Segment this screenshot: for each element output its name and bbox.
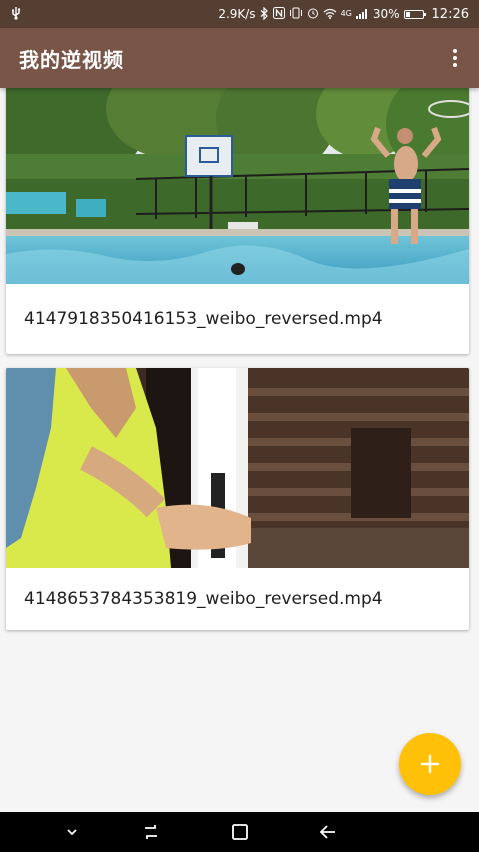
page-title: 我的逆视频 [19, 47, 124, 72]
plus-icon [420, 754, 440, 774]
signal-icon [355, 8, 369, 21]
back-icon[interactable] [316, 820, 340, 844]
nfc-icon [272, 7, 285, 21]
battery-level [405, 11, 411, 17]
wifi-icon [323, 8, 337, 21]
network-type: 4G [340, 9, 352, 18]
app-bar: 我的逆视频 [0, 28, 479, 88]
add-video-button[interactable] [399, 733, 461, 795]
status-right: 2.9K/s 4G 30% 12:26 [218, 6, 469, 22]
video-card[interactable]: 4147918350416153_weibo_reversed.mp4 [6, 88, 469, 354]
system-nav-bar [0, 812, 479, 852]
video-filename: 4147918350416153_weibo_reversed.mp4 [24, 309, 383, 329]
status-bar: 2.9K/s 4G 30% 12:26 [0, 0, 479, 28]
usb-icon [10, 6, 22, 23]
video-list: 4147918350416153_weibo_reversed.mp4 4148… [0, 88, 479, 812]
video-card[interactable]: 4148653784353819_weibo_reversed.mp4 [6, 368, 469, 630]
alarm-icon [307, 7, 319, 21]
status-left [10, 6, 22, 23]
more-vert-icon[interactable] [443, 46, 467, 70]
video-filename: 4148653784353819_weibo_reversed.mp4 [24, 589, 383, 609]
pool-thumbnail-image [6, 88, 469, 284]
battery-percent: 30% [372, 7, 400, 21]
video-thumbnail[interactable] [6, 88, 469, 284]
video-thumbnail[interactable] [6, 368, 469, 568]
menu-dot [453, 63, 457, 67]
menu-dot [453, 56, 457, 60]
vibrate-icon [289, 7, 303, 21]
clock: 12:26 [431, 6, 469, 22]
chevron-down-icon[interactable] [60, 820, 84, 844]
door-thumbnail-image [6, 368, 469, 568]
bluetooth-icon [260, 6, 269, 22]
network-speed: 2.9K/s [218, 7, 256, 21]
menu-dot [453, 49, 457, 53]
battery-icon [403, 9, 426, 19]
recent-apps-icon[interactable] [139, 820, 163, 844]
home-icon[interactable] [228, 820, 252, 844]
